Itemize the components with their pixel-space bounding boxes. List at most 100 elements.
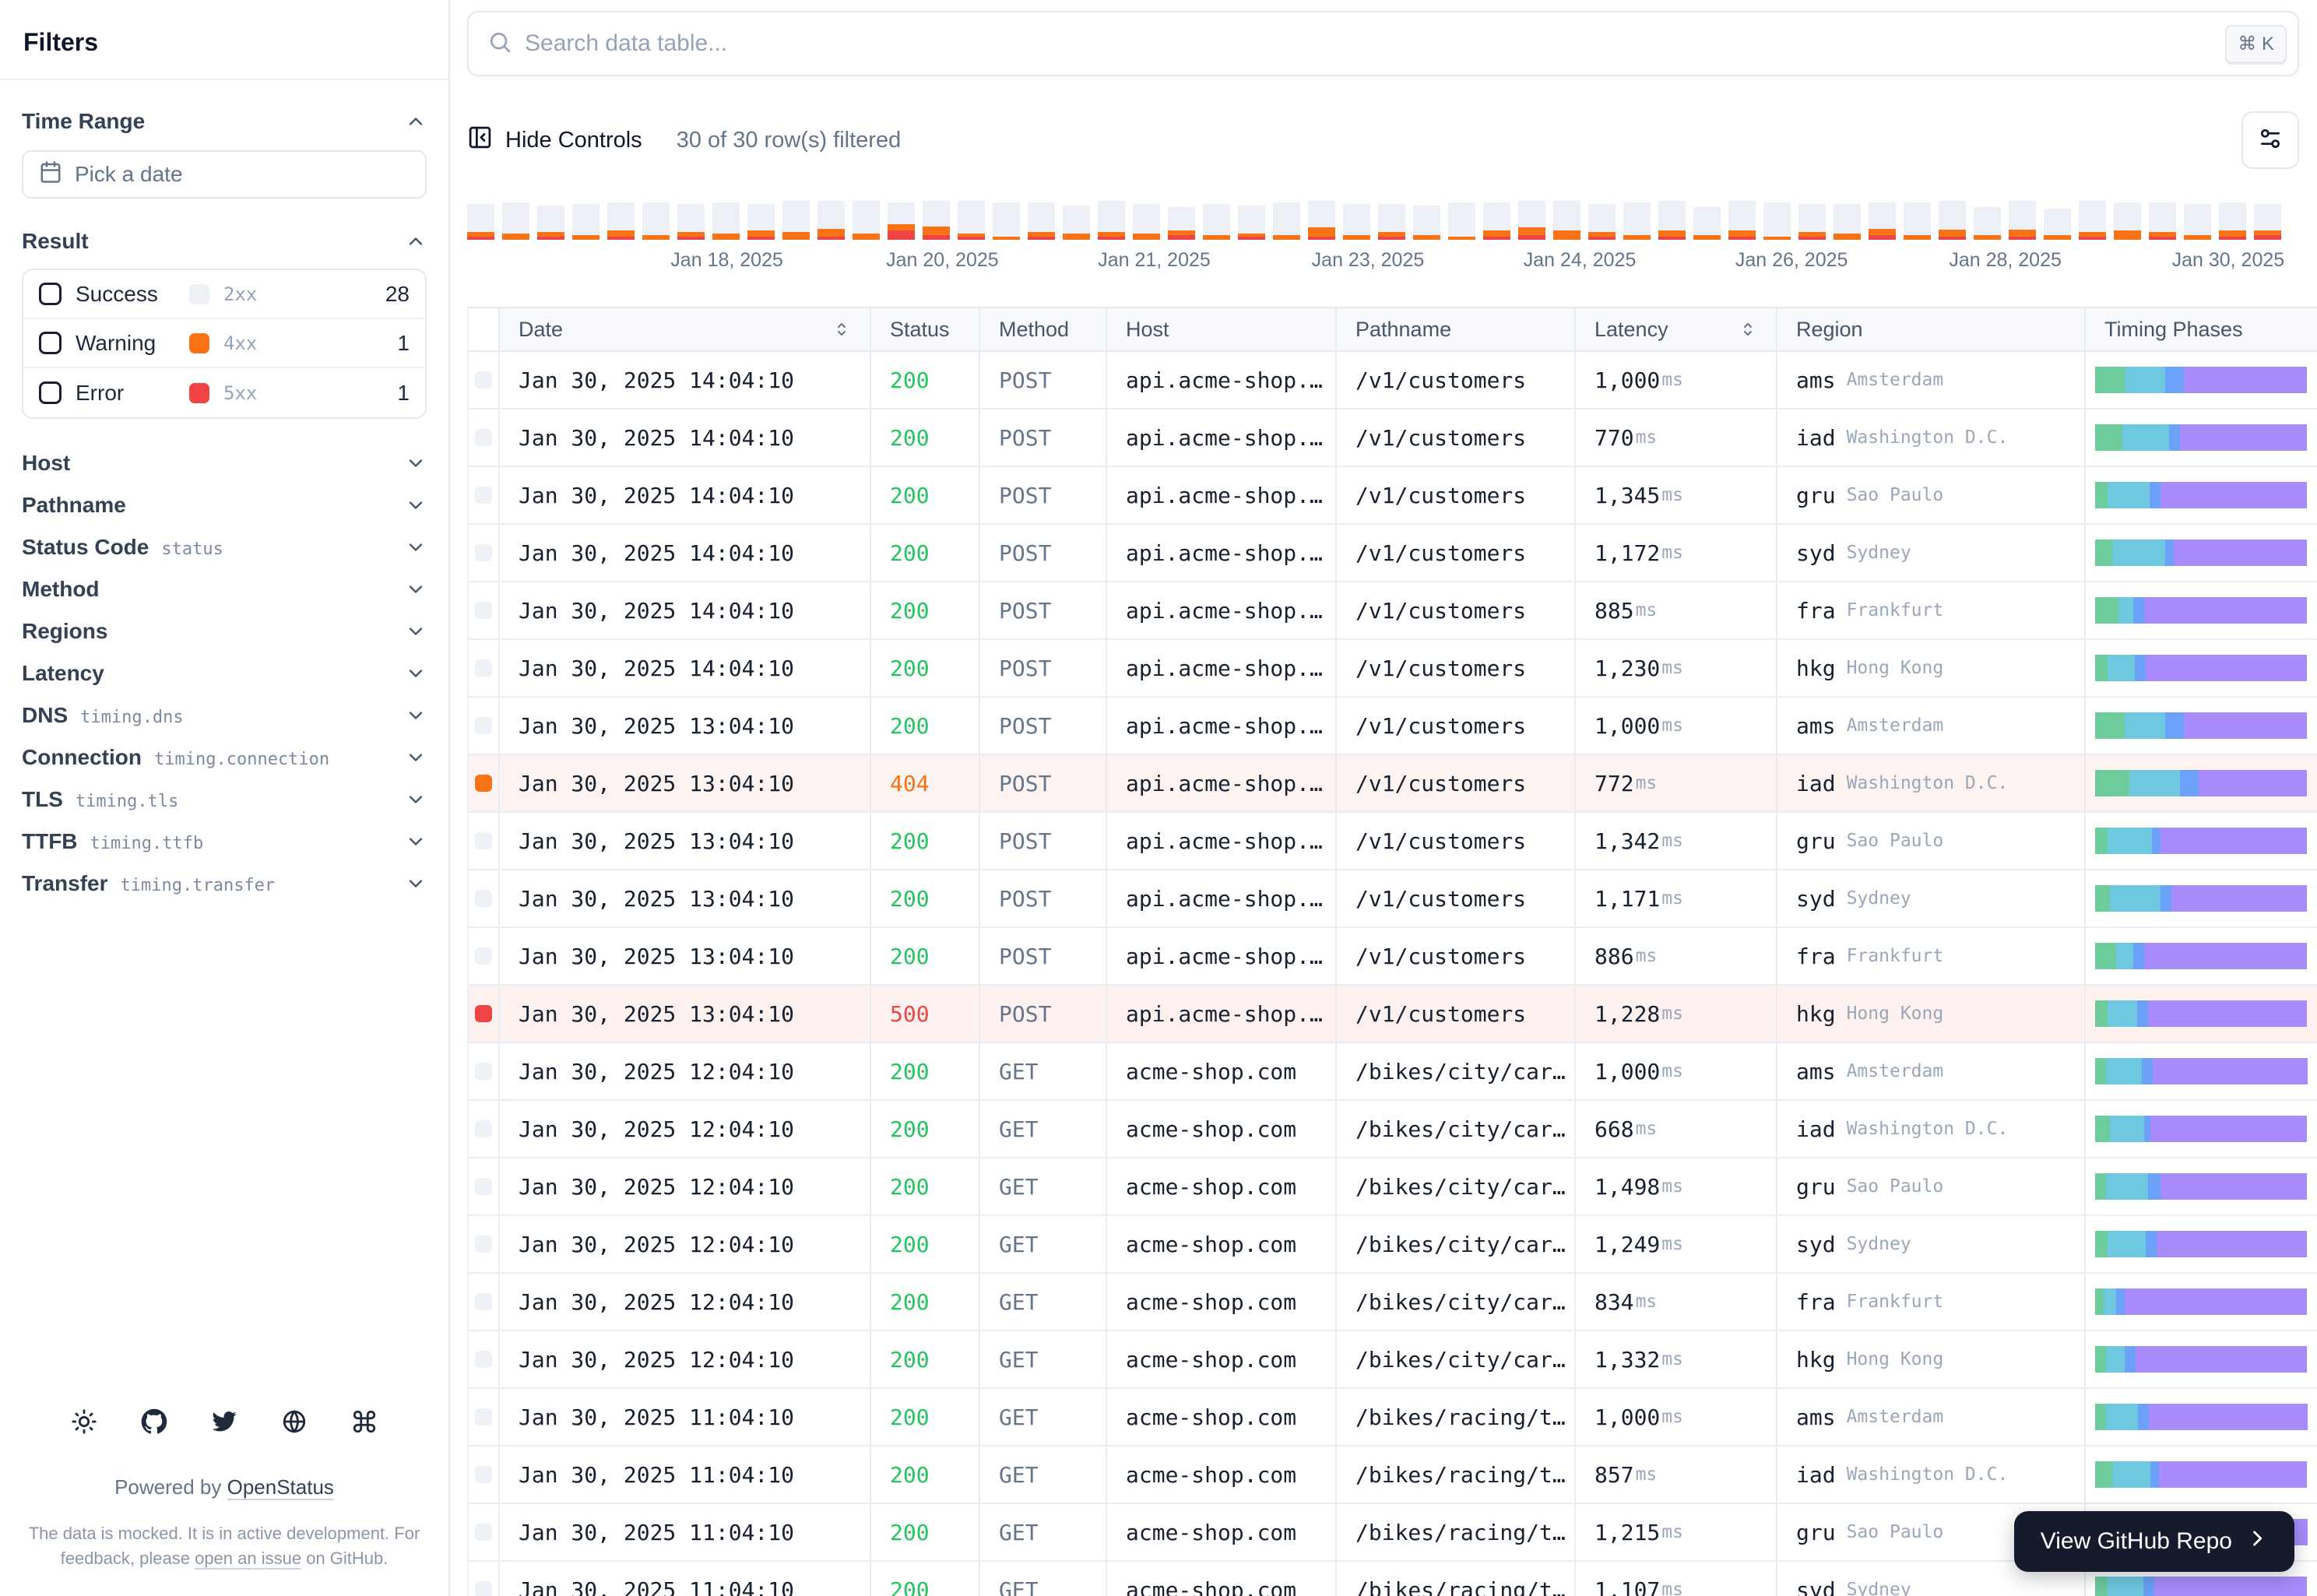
- table-row[interactable]: Jan 30, 2025 13:04:10 500 POST api.acme-sho…: [469, 986, 2317, 1043]
- histogram-bar[interactable]: [888, 201, 915, 240]
- histogram-bar[interactable]: [502, 201, 529, 240]
- table-row[interactable]: Jan 30, 2025 12:04:10 200 GET acme-shop.com…: [469, 1331, 2317, 1389]
- histogram-bar[interactable]: [1904, 201, 1931, 240]
- result-filter-warning[interactable]: Warning 4xx 1: [23, 319, 425, 368]
- histogram-bar[interactable]: [1063, 201, 1090, 240]
- histogram-bar[interactable]: [782, 201, 810, 240]
- filter-section-host[interactable]: Host: [22, 442, 427, 484]
- histogram-bar[interactable]: [1448, 201, 1475, 240]
- histogram-bar[interactable]: [1238, 201, 1265, 240]
- histogram-bar[interactable]: [2184, 201, 2211, 240]
- histogram-bar[interactable]: [677, 201, 705, 240]
- filter-section-transfer[interactable]: Transfer timing.transfer: [22, 863, 427, 905]
- histogram-bar[interactable]: [1308, 201, 1335, 240]
- histogram-bar[interactable]: [1588, 201, 1616, 240]
- filter-section-pathname[interactable]: Pathname: [22, 484, 427, 526]
- filter-section-tls[interactable]: TLS timing.tls: [22, 779, 427, 821]
- date-picker-input[interactable]: Pick a date: [22, 150, 427, 199]
- result-filter-success[interactable]: Success 2xx 28: [23, 270, 425, 319]
- histogram-bar[interactable]: [1553, 201, 1580, 240]
- histogram-bar[interactable]: [1658, 201, 1686, 240]
- histogram-bar[interactable]: [1763, 201, 1791, 240]
- histogram-bar[interactable]: [1273, 201, 1300, 240]
- search-input[interactable]: [525, 30, 2213, 57]
- histogram-bar[interactable]: [1623, 201, 1651, 240]
- histogram-bar[interactable]: [607, 201, 635, 240]
- header-region[interactable]: Region: [1777, 308, 2086, 350]
- table-row[interactable]: Jan 30, 2025 12:04:10 200 GET acme-shop.com…: [469, 1158, 2317, 1216]
- table-row[interactable]: Jan 30, 2025 14:04:10 200 POST api.acme-sho…: [469, 640, 2317, 698]
- section-time-range[interactable]: Time Range: [22, 100, 427, 142]
- filter-section-status-code[interactable]: Status Code status: [22, 526, 427, 568]
- histogram-bar[interactable]: [467, 201, 494, 240]
- histogram-bar[interactable]: [817, 201, 845, 240]
- table-row[interactable]: Jan 30, 2025 13:04:10 404 POST api.acme-sho…: [469, 755, 2317, 813]
- github-icon[interactable]: [141, 1408, 167, 1435]
- histogram-bar[interactable]: [537, 201, 564, 240]
- header-status[interactable]: Status: [871, 308, 980, 350]
- open-issue-link[interactable]: open an issue: [195, 1549, 301, 1568]
- section-result[interactable]: Result: [22, 220, 427, 262]
- histogram-bar[interactable]: [1483, 201, 1510, 240]
- histogram-bar[interactable]: [2219, 201, 2246, 240]
- histogram-bar[interactable]: [1728, 201, 1756, 240]
- histogram-bar[interactable]: [1834, 201, 1861, 240]
- globe-icon[interactable]: [281, 1408, 308, 1435]
- filter-section-method[interactable]: Method: [22, 568, 427, 610]
- twitter-icon[interactable]: [211, 1408, 237, 1435]
- view-github-repo-button[interactable]: View GitHub Repo: [2013, 1511, 2294, 1572]
- filter-section-latency[interactable]: Latency: [22, 652, 427, 694]
- header-date[interactable]: Date: [500, 308, 871, 350]
- histogram-bar[interactable]: [1028, 201, 1055, 240]
- header-latency[interactable]: Latency: [1576, 308, 1777, 350]
- histogram-bar[interactable]: [1798, 201, 1826, 240]
- histogram-bar[interactable]: [747, 201, 775, 240]
- histogram-bar[interactable]: [1133, 201, 1160, 240]
- table-row[interactable]: Jan 30, 2025 12:04:10 200 GET acme-shop.com…: [469, 1216, 2317, 1274]
- table-row[interactable]: Jan 30, 2025 11:04:10 200 GET acme-shop.com…: [469, 1447, 2317, 1504]
- histogram-bar[interactable]: [993, 201, 1020, 240]
- histogram-bar[interactable]: [1413, 201, 1440, 240]
- filter-section-dns[interactable]: DNS timing.dns: [22, 694, 427, 736]
- filter-section-ttfb[interactable]: TTFB timing.ttfb: [22, 821, 427, 863]
- histogram-bar[interactable]: [1693, 201, 1721, 240]
- histogram-bar[interactable]: [1378, 201, 1405, 240]
- header-host[interactable]: Host: [1107, 308, 1337, 350]
- histogram-bar[interactable]: [642, 201, 670, 240]
- histogram-bar[interactable]: [572, 201, 599, 240]
- histogram-bar[interactable]: [1974, 201, 2001, 240]
- histogram-bar[interactable]: [2149, 201, 2176, 240]
- histogram-bar[interactable]: [2114, 201, 2141, 240]
- filter-section-regions[interactable]: Regions: [22, 610, 427, 652]
- histogram-bar[interactable]: [2044, 201, 2071, 240]
- histogram-bar[interactable]: [712, 201, 740, 240]
- table-row[interactable]: Jan 30, 2025 12:04:10 200 GET acme-shop.com…: [469, 1274, 2317, 1331]
- table-row[interactable]: Jan 30, 2025 12:04:10 200 GET acme-shop.com…: [469, 1101, 2317, 1158]
- checkbox-warning[interactable]: [39, 332, 62, 354]
- table-row[interactable]: Jan 30, 2025 13:04:10 200 POST api.acme-sho…: [469, 870, 2317, 928]
- command-icon[interactable]: [351, 1408, 378, 1435]
- histogram-bar[interactable]: [853, 201, 880, 240]
- histogram-bar[interactable]: [2009, 201, 2036, 240]
- hide-controls-button[interactable]: Hide Controls: [467, 125, 642, 156]
- histogram-bar[interactable]: [923, 201, 950, 240]
- filter-section-connection[interactable]: Connection timing.connection: [22, 736, 427, 779]
- openstatus-link[interactable]: OpenStatus: [227, 1475, 334, 1499]
- histogram-bar[interactable]: [1939, 201, 1966, 240]
- histogram-bar[interactable]: [1203, 201, 1230, 240]
- histogram-bar[interactable]: [1098, 201, 1125, 240]
- table-row[interactable]: Jan 30, 2025 12:04:10 200 GET acme-shop.com…: [469, 1043, 2317, 1101]
- histogram-bar[interactable]: [1869, 201, 1896, 240]
- table-row[interactable]: Jan 30, 2025 13:04:10 200 POST api.acme-sho…: [469, 813, 2317, 870]
- view-options-button[interactable]: [2241, 111, 2299, 169]
- histogram-bar[interactable]: [2079, 201, 2106, 240]
- result-filter-error[interactable]: Error 5xx 1: [23, 368, 425, 417]
- theme-sun-icon[interactable]: [71, 1408, 97, 1435]
- table-row[interactable]: Jan 30, 2025 14:04:10 200 POST api.acme-sho…: [469, 467, 2317, 525]
- table-row[interactable]: Jan 30, 2025 14:04:10 200 POST api.acme-sho…: [469, 582, 2317, 640]
- table-row[interactable]: Jan 30, 2025 11:04:10 200 GET acme-shop.com…: [469, 1389, 2317, 1447]
- histogram-bar[interactable]: [2254, 201, 2281, 240]
- table-row[interactable]: Jan 30, 2025 13:04:10 200 POST api.acme-sho…: [469, 928, 2317, 986]
- header-pathname[interactable]: Pathname: [1337, 308, 1576, 350]
- header-method[interactable]: Method: [980, 308, 1107, 350]
